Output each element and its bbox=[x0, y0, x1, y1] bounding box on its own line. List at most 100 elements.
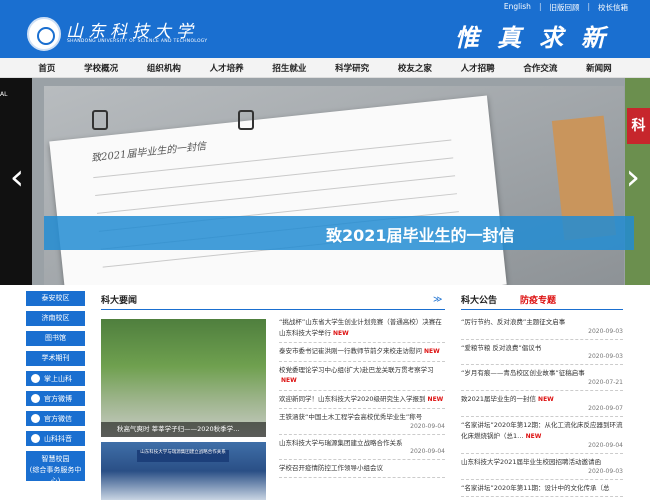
announce-section-underline bbox=[461, 309, 623, 310]
list-item[interactable]: 山东科技大学2021届毕业生校园招聘活动邀请函 2020-09-03 bbox=[461, 457, 623, 480]
list-item[interactable]: 校党委理论学习中心组(扩大)赴巴龙关联万贯考察学习 NEW bbox=[279, 365, 445, 391]
list-item[interactable]: 欢迎新同学！山东科技大学2020级研究生入学报到 NEW bbox=[279, 394, 445, 409]
mobile-app-label: 掌上山科 bbox=[44, 374, 72, 383]
nav-alumni[interactable]: 校友之家 bbox=[398, 62, 432, 74]
weibo-icon bbox=[31, 394, 40, 403]
weibo-label: 官方微博 bbox=[44, 394, 72, 403]
new-badge: NEW bbox=[525, 432, 542, 440]
president-mailbox-link[interactable]: 校长信箱 bbox=[598, 2, 628, 13]
announce-section-title[interactable]: 科大公告 bbox=[461, 293, 497, 306]
divider: | bbox=[587, 2, 590, 11]
announce-item-title[interactable]: “爱粮节粮 反对浪费”倡议书 bbox=[461, 344, 541, 352]
list-item[interactable]: “厉行节约、反对浪费”主题征文启事 2020-09-03 bbox=[461, 317, 623, 340]
news-item-title[interactable]: 欢迎新同学！山东科技大学2020级研究生入学报到 bbox=[279, 395, 426, 403]
letter-heading: 致2021届毕业生的一封信 bbox=[90, 141, 207, 165]
library-button[interactable]: 图书馆 bbox=[26, 331, 85, 346]
news-list: “挑战杯”山东省大学生创业计划竞赛（普通高校）决赛在山东科技大学举行 NEW 泰安… bbox=[279, 317, 445, 481]
douyin-button[interactable]: 山科抖音 bbox=[26, 431, 85, 446]
news-photo-main[interactable]: 秋高气爽时 莘莘学子归——2020秋季学… bbox=[101, 319, 266, 437]
announce-item-date: 2020-07-21 bbox=[588, 378, 623, 386]
announce-item-title[interactable]: “厉行节约、反对浪费”主题征文启事 bbox=[461, 318, 565, 326]
news-item-title[interactable]: 学校召开疫情防控工作领导小组会议 bbox=[279, 464, 383, 472]
chevron-right-icon[interactable]: › bbox=[624, 158, 642, 198]
logo-english-name: SHANDONG UNIVERSITY OF SCIENCE AND TECHN… bbox=[67, 39, 208, 44]
main-nav: 首页 学校概况 组织机构 人才培养 招生就业 科学研究 校友之家 人才招聘 合作… bbox=[0, 58, 650, 78]
news-more-icon[interactable]: ≫ bbox=[433, 296, 445, 305]
douyin-icon bbox=[31, 434, 40, 443]
nav-education[interactable]: 人才培养 bbox=[210, 62, 244, 74]
list-item[interactable]: 学校召开疫情防控工作领导小组会议 bbox=[279, 463, 445, 478]
news-item-title[interactable]: 王铁涵获“中国土木工程学会高校优秀毕业生”称号 bbox=[279, 413, 422, 421]
letter-line bbox=[95, 157, 454, 197]
news-item-title[interactable]: 校党委理论学习中心组(扩大)赴巴龙关联万贯考察学习 bbox=[279, 366, 434, 374]
journal-button[interactable]: 学术期刊 bbox=[26, 351, 85, 366]
announce-item-title[interactable]: 山东科技大学2021届毕业生校园招聘活动邀请函 bbox=[461, 458, 601, 466]
list-item[interactable]: “爱粮节粮 反对浪费”倡议书 2020-09-03 bbox=[461, 343, 623, 365]
binder-clip-icon bbox=[92, 110, 108, 130]
list-item[interactable]: 致2021届毕业生的一封信 NEW 2020-09-07 bbox=[461, 394, 623, 417]
announce-item-title[interactable]: “名家讲坛”2020年第11期：设计中的文化传承（总 bbox=[461, 484, 610, 492]
list-item[interactable]: 王铁涵获“中国土木工程学会高校优秀毕业生”称号 2020-09-04 bbox=[279, 412, 445, 435]
next-slide-text: 科 bbox=[627, 108, 650, 144]
smart-campus-button[interactable]: 智慧校园 (综合事务服务中心) bbox=[26, 451, 85, 485]
wechat-icon bbox=[31, 414, 40, 423]
announce-item-date: 2020-09-03 bbox=[588, 467, 623, 475]
nav-home[interactable]: 首页 bbox=[38, 62, 55, 74]
news-item-date: 2020-09-04 bbox=[410, 422, 445, 430]
new-badge: NEW bbox=[281, 377, 297, 384]
new-badge: NEW bbox=[538, 395, 554, 403]
nav-organization[interactable]: 组织机构 bbox=[147, 62, 181, 74]
nav-newsnet[interactable]: 新闻网 bbox=[586, 62, 612, 74]
campus-jinan-button[interactable]: 济南校区 bbox=[26, 311, 85, 326]
banner-caption-bar[interactable]: 致2021届毕业生的一封信 bbox=[44, 216, 634, 250]
list-item[interactable]: “名家讲坛”2020年第11期：设计中的文化传承（总 bbox=[461, 483, 623, 497]
list-item[interactable]: 泰安市委书记崔洪刚一行教师节前夕来校走访慰问 NEW bbox=[279, 346, 445, 362]
announce-item-title[interactable]: “岁月有痕——青岛校区创业故事”征稿启事 bbox=[461, 369, 585, 377]
announce-item-title[interactable]: 致2021届毕业生的一封信 bbox=[461, 395, 536, 403]
nav-research[interactable]: 科学研究 bbox=[335, 62, 369, 74]
news-photo2-title: 山东科技大学与瑞源集团建立战略合作关系 bbox=[137, 450, 229, 462]
news-item-title[interactable]: “挑战杯”山东省大学生创业计划竞赛（普通高校）决赛在山东科技大学举行 bbox=[279, 318, 442, 337]
douyin-label: 山科抖音 bbox=[44, 434, 72, 443]
divider: | bbox=[538, 2, 542, 11]
motto: 惟真求新 bbox=[455, 23, 623, 52]
news-item-date: 2020-09-04 bbox=[410, 448, 445, 455]
announce-item-date: 2020-09-07 bbox=[588, 405, 623, 412]
banner-carousel[interactable]: AL 致2021届毕业生的一封信 科 致2021届毕业生的一封信 ‹ › bbox=[0, 78, 650, 285]
university-emblem-icon[interactable] bbox=[27, 17, 61, 51]
list-item[interactable]: “名家讲坛”2020年第12期：从化工流化床反应器到环流化床燃烧锅炉（总1… NE… bbox=[461, 420, 623, 454]
announce-item-title[interactable]: “名家讲坛”2020年第12期：从化工流化床反应器到环流化床燃烧锅炉（总1… bbox=[461, 421, 623, 440]
mobile-icon bbox=[31, 374, 40, 383]
chevron-left-icon[interactable]: ‹ bbox=[8, 158, 26, 198]
letter-line bbox=[97, 175, 456, 214]
epidemic-section-title[interactable]: 防疫专题 bbox=[520, 293, 556, 306]
mobile-app-button[interactable]: 掌上山科 bbox=[26, 371, 85, 386]
news-item-title[interactable]: 山东科技大学与瑞源集团建立战略合作关系 bbox=[279, 439, 403, 447]
new-badge: NEW bbox=[424, 348, 440, 355]
nav-admissions[interactable]: 招生就业 bbox=[272, 62, 306, 74]
list-item[interactable]: “岁月有痕——青岛校区创业故事”征稿启事 2020-07-21 bbox=[461, 368, 623, 391]
smart-campus-line2: (综合事务服务中心) bbox=[29, 466, 82, 485]
list-item[interactable]: “挑战杯”山东省大学生创业计划竞赛（普通高校）决赛在山东科技大学举行 NEW bbox=[279, 317, 445, 343]
new-badge: NEW bbox=[427, 395, 444, 403]
wechat-label: 官方微信 bbox=[44, 414, 72, 423]
news-photo-secondary[interactable]: 山东科技大学与瑞源集团建立战略合作关系 bbox=[101, 442, 266, 500]
quick-links-sidebar: 泰安校区 济南校区 图书馆 学术期刊 掌上山科 官方微博 官方微信 山科抖音 智… bbox=[26, 291, 85, 486]
wechat-button[interactable]: 官方微信 bbox=[26, 411, 85, 426]
news-item-title[interactable]: 泰安市委书记崔洪刚一行教师节前夕来校走访慰问 bbox=[279, 347, 422, 355]
old-version-link[interactable]: 旧版回顾 bbox=[549, 2, 579, 13]
nav-recruitment[interactable]: 人才招聘 bbox=[461, 62, 495, 74]
english-link[interactable]: English bbox=[504, 2, 531, 13]
banner-caption[interactable]: 致2021届毕业生的一封信 bbox=[326, 222, 515, 246]
binder-clip-icon bbox=[238, 110, 254, 130]
announce-item-date: 2020-09-04 bbox=[588, 442, 623, 449]
news-section-title[interactable]: 科大要闻 bbox=[101, 293, 137, 306]
nav-about[interactable]: 学校概况 bbox=[84, 62, 118, 74]
list-item[interactable]: 山东科技大学与瑞源集团建立战略合作关系 2020-09-04 bbox=[279, 438, 445, 460]
weibo-button[interactable]: 官方微博 bbox=[26, 391, 85, 406]
campus-taian-button[interactable]: 泰安校区 bbox=[26, 291, 85, 306]
new-badge: NEW bbox=[333, 329, 349, 337]
nav-cooperation[interactable]: 合作交流 bbox=[523, 62, 557, 74]
news-photo-caption[interactable]: 秋高气爽时 莘莘学子归——2020秋季学… bbox=[101, 422, 266, 437]
announce-item-date: 2020-09-03 bbox=[588, 327, 623, 335]
